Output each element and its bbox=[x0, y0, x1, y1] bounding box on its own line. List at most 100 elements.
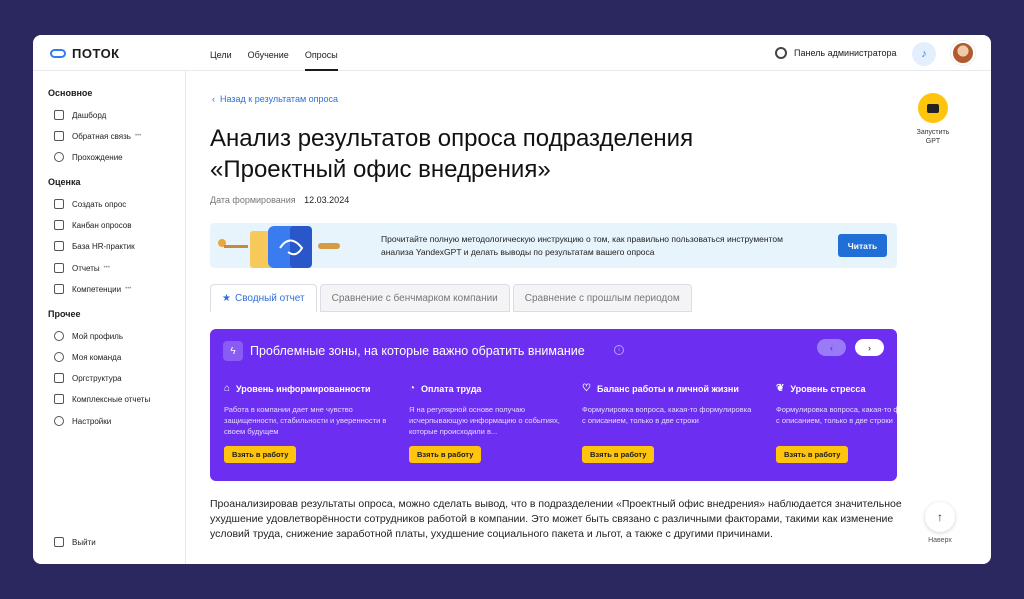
sidebar-item-reports[interactable]: Отчеты ••• bbox=[54, 263, 110, 273]
sidebar-item-label: Отчеты bbox=[72, 263, 100, 273]
banner-text: Прочитайте полную методологическую инстр… bbox=[381, 234, 783, 257]
heart-icon: ♡ bbox=[582, 383, 591, 394]
tab-label: Сводный отчет bbox=[234, 292, 305, 304]
sidebar-item-label: Канбан опросов bbox=[72, 220, 132, 230]
logout-label: Выйти bbox=[72, 537, 96, 547]
sidebar-item-complex-reports[interactable]: Комплексные отчеты bbox=[54, 394, 150, 404]
sidebar-item-label: Моя команда bbox=[72, 352, 122, 362]
info-banner: Прочитайте полную методологическую инстр… bbox=[210, 223, 897, 268]
sidebar-item-passing[interactable]: Прохождение bbox=[54, 152, 123, 162]
gpt-icon bbox=[918, 93, 948, 123]
problem-card: ⌂ Уровень информированности Работа в комп… bbox=[224, 383, 394, 463]
sidebar-item-dashboard[interactable]: Дашборд bbox=[54, 110, 106, 120]
banner-illustration bbox=[218, 226, 340, 268]
sidebar-item-competencies[interactable]: Компетенции ••• bbox=[54, 284, 131, 294]
lightning-icon: ϟ bbox=[223, 341, 243, 361]
problem-zones-title: Проблемные зоны, на которые важно обрати… bbox=[250, 344, 585, 358]
gift-icon: ⌂ bbox=[224, 383, 231, 394]
card-title: Уровень стресса bbox=[790, 383, 866, 394]
date-label: Дата формирования bbox=[210, 195, 296, 205]
piggy-bank-icon: ◔ bbox=[409, 383, 416, 394]
bell-icon[interactable]: ♪ bbox=[912, 42, 936, 66]
report-date: Дата формирования 12.03.2024 bbox=[210, 195, 349, 205]
sidebar-section-evaluation: Оценка bbox=[48, 177, 81, 187]
date-value: 12.03.2024 bbox=[304, 195, 350, 205]
competence-icon bbox=[54, 284, 64, 294]
sidebar-item-label: Комплексные отчеты bbox=[72, 394, 151, 404]
play-icon bbox=[54, 152, 64, 162]
sidebar-item-kanban[interactable]: Канбан опросов bbox=[54, 220, 131, 230]
avatar[interactable] bbox=[951, 41, 975, 65]
chat-icon bbox=[54, 131, 64, 141]
sidebar-item-settings[interactable]: Настройки bbox=[54, 416, 111, 426]
sidebar-item-feedback[interactable]: Обратная связь ••• bbox=[54, 131, 141, 141]
team-icon bbox=[54, 352, 64, 362]
more-icon: ••• bbox=[125, 286, 132, 292]
sidebar-item-label: Прохождение bbox=[72, 152, 123, 162]
problem-card: ♡ Баланс работы и личной жизни Формулиров… bbox=[582, 383, 752, 463]
take-to-work-button[interactable]: Взять в работу bbox=[409, 446, 482, 463]
sidebar-item-label: База HR-практик bbox=[72, 241, 135, 251]
user-icon bbox=[54, 331, 64, 341]
back-link-label: Назад к результатам опроса bbox=[220, 94, 339, 104]
tab-summary[interactable]: ★ Сводный отчет bbox=[210, 284, 317, 312]
report-icon bbox=[54, 263, 64, 273]
take-to-work-button[interactable]: Взять в работу bbox=[776, 446, 849, 463]
page-title: Анализ результатов опроса подразделения … bbox=[210, 125, 694, 183]
tab-label: Сравнение с прошлым периодом bbox=[524, 292, 680, 304]
sidebar-item-team[interactable]: Моя команда bbox=[54, 352, 121, 362]
top-nav: Цели Обучение Опросы bbox=[210, 35, 338, 71]
tab-previous-period[interactable]: Сравнение с прошлым периодом bbox=[512, 284, 692, 312]
admin-panel-label: Панель администратора bbox=[794, 48, 897, 58]
sidebar-item-label: Мой профиль bbox=[72, 331, 124, 341]
leaf-icon: ❦ bbox=[776, 383, 785, 394]
chart-icon bbox=[54, 110, 64, 120]
sidebar-item-hr-base[interactable]: База HR-практик bbox=[54, 241, 135, 251]
gpt-label-line2: GPT bbox=[925, 138, 941, 145]
card-text: Формулировка вопроса, какая-то формулиро… bbox=[776, 405, 897, 425]
carousel-next-button[interactable]: › bbox=[855, 339, 884, 356]
nav-learning[interactable]: Обучение bbox=[248, 35, 289, 71]
sidebar-item-label: Дашборд bbox=[72, 110, 107, 120]
read-button[interactable]: Читать bbox=[838, 234, 887, 257]
gpt-label: Запустить GPT bbox=[911, 128, 955, 146]
info-icon[interactable]: i bbox=[614, 345, 624, 355]
sidebar-item-label: Оргструктура bbox=[72, 373, 122, 383]
card-title: Баланс работы и личной жизни bbox=[596, 383, 739, 394]
launch-gpt-button[interactable]: Запустить GPT bbox=[911, 93, 955, 146]
app-window: ПОТОК Цели Обучение Опросы Панель админи… bbox=[33, 35, 991, 564]
gpt-label-line1: Запустить bbox=[916, 129, 950, 136]
sidebar-item-org[interactable]: Оргструктура bbox=[54, 373, 122, 383]
tab-label: Сравнение с бенчмарком компании bbox=[331, 292, 498, 304]
carousel-prev-button[interactable]: ‹ bbox=[817, 339, 846, 356]
logo[interactable]: ПОТОК bbox=[50, 46, 120, 61]
problem-card: ❦ Уровень стресса Формулировка вопроса, к… bbox=[776, 383, 897, 463]
card-text: Работа в компании дает мне чувство защищ… bbox=[224, 405, 387, 436]
back-link[interactable]: ‹ Назад к результатам опроса bbox=[212, 94, 338, 104]
book-icon bbox=[54, 241, 64, 251]
sidebar-item-label: Создать опрос bbox=[72, 199, 127, 209]
gear-icon bbox=[775, 47, 787, 59]
scroll-to-top-button[interactable]: ↑ bbox=[925, 502, 955, 532]
gear-icon bbox=[54, 416, 64, 426]
card-title: Оплата труда bbox=[421, 383, 482, 394]
logo-icon bbox=[50, 49, 66, 58]
analysis-paragraph: Проанализировав результаты опроса, можно… bbox=[210, 498, 902, 540]
more-icon: ••• bbox=[134, 133, 142, 139]
top-bar: ПОТОК Цели Обучение Опросы Панель админи… bbox=[33, 35, 991, 71]
nav-goals[interactable]: Цели bbox=[210, 35, 232, 71]
sidebar-item-label: Обратная связь bbox=[72, 131, 131, 141]
sidebar-item-label: Настройки bbox=[72, 416, 112, 426]
sidebar-item-profile[interactable]: Мой профиль bbox=[54, 331, 123, 341]
nav-surveys[interactable]: Опросы bbox=[304, 35, 338, 71]
kanban-icon bbox=[54, 220, 64, 230]
admin-panel-link[interactable]: Панель администратора bbox=[775, 47, 897, 59]
tab-benchmark[interactable]: Сравнение с бенчмарком компании bbox=[319, 284, 510, 312]
logout-icon bbox=[54, 537, 64, 547]
problem-zones-panel: ϟ Проблемные зоны, на которые важно обра… bbox=[210, 329, 897, 481]
card-text: Формулировка вопроса, какая-то формулиро… bbox=[582, 405, 752, 425]
take-to-work-button[interactable]: Взять в работу bbox=[224, 446, 297, 463]
logout-button[interactable]: Выйти bbox=[54, 537, 96, 547]
take-to-work-button[interactable]: Взять в работу bbox=[582, 446, 655, 463]
sidebar-item-create-survey[interactable]: Создать опрос bbox=[54, 199, 126, 209]
